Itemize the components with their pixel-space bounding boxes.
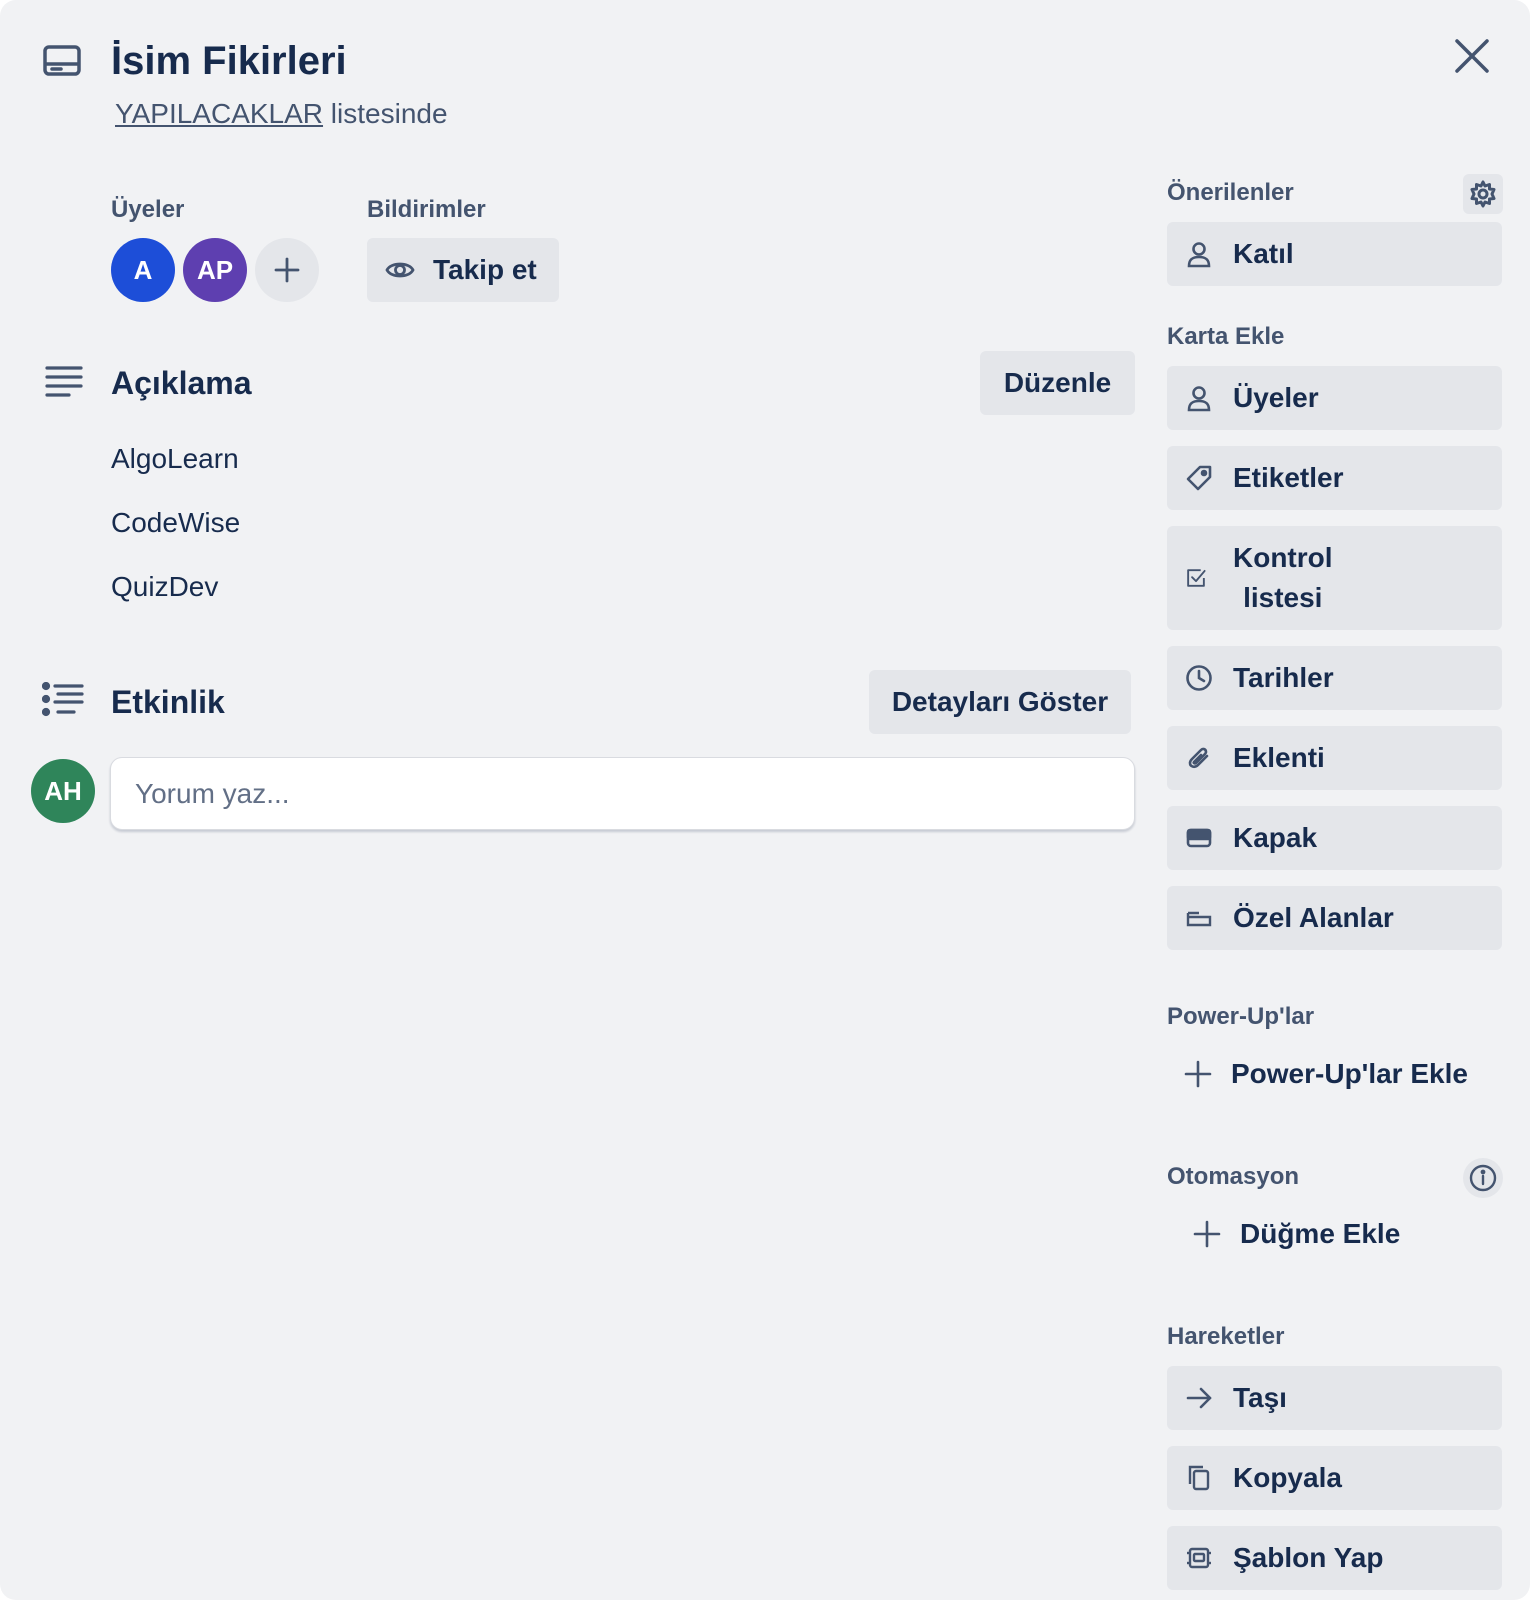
checklist-label-line2: listesi bbox=[1243, 582, 1323, 613]
join-button[interactable]: Katıl bbox=[1167, 222, 1502, 286]
add-button-label: Düğme Ekle bbox=[1240, 1218, 1401, 1249]
close-button[interactable] bbox=[1452, 36, 1492, 76]
person-icon bbox=[1187, 386, 1211, 412]
comment-input[interactable] bbox=[110, 757, 1135, 830]
checklist-label-line1: Kontrol bbox=[1233, 542, 1333, 573]
person-icon bbox=[1187, 242, 1211, 268]
copy-icon bbox=[1188, 1465, 1210, 1491]
card-detail-modal: İsim Fikirleri YAPILACAKLAR listesinde Ü… bbox=[0, 0, 1530, 1600]
member-avatar[interactable]: A bbox=[111, 238, 175, 302]
labels-button[interactable]: Etiketler bbox=[1167, 446, 1502, 510]
show-details-label: Detayları Göster bbox=[891, 686, 1109, 717]
watch-label: Takip et bbox=[433, 254, 537, 285]
eye-icon bbox=[385, 262, 415, 278]
cover-button[interactable]: Kapak bbox=[1167, 806, 1502, 870]
custom-fields-icon bbox=[1186, 911, 1212, 927]
move-label: Taşı bbox=[1233, 1382, 1287, 1413]
info-icon bbox=[1469, 1164, 1497, 1192]
automation-info-button[interactable] bbox=[1463, 1158, 1503, 1198]
list-location-suffix: listesinde bbox=[323, 98, 448, 129]
plus-icon bbox=[1184, 1060, 1212, 1088]
custom-fields-button[interactable]: Özel Alanlar bbox=[1167, 886, 1502, 950]
suggested-settings-button[interactable] bbox=[1463, 174, 1503, 214]
description-line: AlgoLearn bbox=[111, 443, 239, 474]
checklist-button[interactable]: Kontrol listesi bbox=[1167, 526, 1502, 630]
copy-button[interactable]: Kopyala bbox=[1167, 1446, 1502, 1510]
watch-button[interactable]: Takip et bbox=[367, 238, 559, 302]
notifications-label: Bildirimler bbox=[367, 196, 486, 223]
cover-label: Kapak bbox=[1233, 822, 1318, 853]
automation-label: Otomasyon bbox=[1167, 1163, 1300, 1190]
description-icon bbox=[44, 362, 84, 402]
labels-label: Etiketler bbox=[1233, 462, 1344, 493]
plus-icon bbox=[274, 257, 300, 283]
checklist-icon bbox=[1187, 569, 1206, 587]
activity-title: Etkinlik bbox=[111, 684, 225, 720]
join-label: Katıl bbox=[1233, 238, 1294, 269]
add-button-button[interactable]: Düğme Ekle bbox=[1192, 1218, 1400, 1250]
custom-fields-label: Özel Alanlar bbox=[1233, 902, 1394, 933]
gear-icon bbox=[1470, 180, 1496, 208]
template-icon bbox=[1187, 1547, 1211, 1569]
current-user-initials: AH bbox=[44, 775, 82, 806]
member-avatar-initials: AP bbox=[196, 254, 234, 285]
arrow-right-icon bbox=[1186, 1387, 1212, 1409]
attachment-label: Eklenti bbox=[1233, 742, 1325, 773]
make-template-label: Şablon Yap bbox=[1233, 1542, 1384, 1573]
cover-icon bbox=[1186, 828, 1212, 848]
activity-icon bbox=[42, 682, 84, 722]
current-user-avatar[interactable]: AH bbox=[31, 759, 95, 823]
description-line: QuizDev bbox=[111, 571, 219, 602]
dates-label: Tarihler bbox=[1233, 662, 1334, 693]
clock-icon bbox=[1186, 665, 1212, 691]
actions-label: Hareketler bbox=[1167, 1323, 1285, 1350]
move-button[interactable]: Taşı bbox=[1167, 1366, 1502, 1430]
dates-button[interactable]: Tarihler bbox=[1167, 646, 1502, 710]
edit-description-button[interactable]: Düzenle bbox=[980, 351, 1135, 415]
add-members-label: Üyeler bbox=[1233, 382, 1319, 413]
checklist-label: Kontrol listesi bbox=[1233, 538, 1333, 618]
paperclip-icon bbox=[1188, 747, 1209, 769]
members-label: Üyeler bbox=[111, 196, 185, 223]
plus-icon bbox=[1193, 1220, 1221, 1248]
suggested-label: Önerilenler bbox=[1167, 179, 1294, 206]
list-location: YAPILACAKLAR listesinde bbox=[115, 97, 448, 131]
member-avatar[interactable]: AP bbox=[183, 238, 247, 302]
add-members-button[interactable]: Üyeler bbox=[1167, 366, 1502, 430]
show-details-button[interactable]: Detayları Göster bbox=[869, 670, 1131, 734]
description-title: Açıklama bbox=[111, 365, 252, 401]
description-line: CodeWise bbox=[111, 507, 241, 538]
card-icon bbox=[43, 44, 81, 78]
copy-label: Kopyala bbox=[1233, 1462, 1342, 1493]
add-member-button[interactable] bbox=[255, 238, 319, 302]
edit-description-label: Düzenle bbox=[1003, 367, 1112, 398]
make-template-button[interactable]: Şablon Yap bbox=[1167, 1526, 1502, 1590]
add-power-ups-label: Power-Up'lar Ekle bbox=[1231, 1058, 1468, 1089]
add-to-card-label: Karta Ekle bbox=[1167, 323, 1285, 350]
power-ups-label: Power-Up'lar bbox=[1167, 1003, 1315, 1030]
card-title[interactable]: İsim Fikirleri bbox=[111, 36, 347, 86]
tag-icon bbox=[1186, 465, 1212, 491]
attachment-button[interactable]: Eklenti bbox=[1167, 726, 1502, 790]
add-power-ups-button[interactable]: Power-Up'lar Ekle bbox=[1183, 1058, 1468, 1090]
list-link[interactable]: YAPILACAKLAR bbox=[115, 98, 323, 129]
member-avatar-initials: A bbox=[133, 254, 153, 285]
